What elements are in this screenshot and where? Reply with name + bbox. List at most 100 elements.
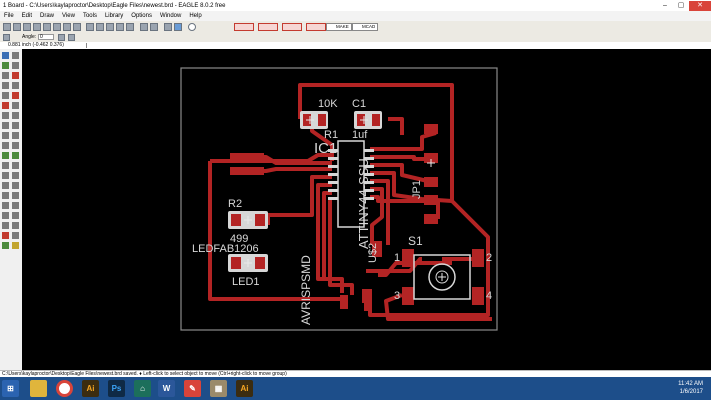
jp1-pad-1 (424, 124, 438, 134)
menu-window[interactable]: Window (156, 13, 185, 19)
zoom-select-icon[interactable] (126, 23, 134, 31)
lock-icon[interactable] (12, 122, 19, 129)
menu-help[interactable]: Help (185, 13, 205, 19)
menu-tools[interactable]: Tools (79, 13, 101, 19)
board-icon[interactable] (53, 23, 61, 31)
paste-icon[interactable] (2, 102, 9, 109)
store-icon[interactable]: ⌂ (134, 380, 151, 397)
stop-icon[interactable] (164, 23, 172, 31)
rect-icon[interactable] (2, 192, 9, 199)
erc-icon[interactable] (12, 232, 19, 239)
via-icon[interactable] (2, 202, 9, 209)
board-canvas[interactable]: 10K R1 C1 1uf IC1 ATTINY44-SSU JP1 R2 49… (22, 49, 711, 370)
show-icon[interactable] (12, 52, 19, 59)
ripup-icon[interactable] (12, 162, 19, 169)
erc-button[interactable] (258, 23, 278, 31)
dimension-icon[interactable] (2, 222, 9, 229)
text-icon[interactable] (12, 172, 19, 179)
open-icon[interactable] (3, 23, 11, 31)
auto-icon[interactable] (2, 232, 9, 239)
miter-icon[interactable] (12, 142, 19, 149)
file-explorer-icon[interactable] (30, 380, 47, 397)
group-icon[interactable] (2, 92, 9, 99)
drc-button[interactable] (234, 23, 254, 31)
drc-icon[interactable] (2, 242, 9, 249)
zoom-out-icon[interactable] (106, 23, 114, 31)
word-icon[interactable]: W (158, 380, 175, 397)
layer-icon[interactable] (3, 34, 10, 41)
menu-view[interactable]: View (58, 13, 79, 19)
menu-library[interactable]: Library (101, 13, 127, 19)
pinswap-icon[interactable] (12, 112, 19, 119)
menu-draw[interactable]: Draw (36, 13, 58, 19)
errors-icon[interactable] (12, 242, 19, 249)
redraw-icon[interactable] (116, 23, 124, 31)
rotate-tool-icon[interactable] (12, 82, 19, 89)
ulp-icon[interactable] (73, 23, 81, 31)
help-icon[interactable] (188, 23, 196, 31)
delete-icon[interactable] (12, 102, 19, 109)
angle-select[interactable]: 0 (38, 34, 54, 40)
value-icon[interactable] (12, 132, 19, 139)
angle-label: Angle: (22, 34, 37, 40)
pcb-layout[interactable]: 10K R1 C1 1uf IC1 ATTINY44-SSU JP1 R2 49… (22, 49, 711, 370)
make-label: MAKE (336, 24, 349, 29)
eagle-icon[interactable]: ▦ (210, 380, 227, 397)
illustrator-2-icon[interactable]: Ai (236, 380, 253, 397)
wire-icon[interactable] (2, 172, 9, 179)
route-icon[interactable] (2, 162, 9, 169)
go-icon[interactable] (174, 23, 182, 31)
copy-icon[interactable] (12, 72, 19, 79)
move-icon[interactable] (2, 72, 9, 79)
app-icon[interactable]: ✎ (184, 380, 201, 397)
redo-icon[interactable] (150, 23, 158, 31)
smash-icon[interactable] (2, 142, 9, 149)
ratsnest-button[interactable] (306, 23, 326, 31)
close-button[interactable]: ✕ (689, 0, 711, 11)
illustrator-icon[interactable]: Ai (82, 380, 99, 397)
add-icon[interactable] (2, 112, 9, 119)
photoshop-icon[interactable]: Ps (108, 380, 125, 397)
hole-icon[interactable] (2, 212, 9, 219)
chrome-icon[interactable] (56, 380, 73, 397)
cam-icon[interactable] (33, 23, 41, 31)
menu-file[interactable]: File (0, 13, 18, 19)
name-icon[interactable] (2, 132, 9, 139)
rotate-icon[interactable] (58, 34, 65, 41)
avr-pad-1 (230, 153, 264, 161)
mark-icon[interactable] (12, 62, 19, 69)
attribute-icon[interactable] (12, 212, 19, 219)
menu-options[interactable]: Options (127, 13, 156, 19)
replace-icon[interactable] (2, 122, 9, 129)
signal-icon[interactable] (12, 202, 19, 209)
polygon-icon[interactable] (12, 192, 19, 199)
print-icon[interactable] (23, 23, 31, 31)
save-icon[interactable] (13, 23, 21, 31)
maximize-button[interactable]: ▢ (673, 1, 689, 11)
display-icon[interactable] (2, 62, 9, 69)
zoom-fit-icon[interactable] (86, 23, 94, 31)
mcad-button[interactable]: MCAD (352, 23, 379, 31)
undo-icon[interactable] (140, 23, 148, 31)
system-clock[interactable]: 11:42 AM 1/6/2017 (678, 380, 703, 396)
mirror-tool-icon[interactable] (2, 82, 9, 89)
command-input[interactable] (86, 43, 91, 48)
minimize-button[interactable]: – (657, 1, 673, 11)
ratsnest-icon[interactable] (12, 222, 19, 229)
info-icon[interactable] (2, 52, 9, 59)
script-icon[interactable] (63, 23, 71, 31)
mirror-icon[interactable] (68, 34, 75, 41)
zoom-in-icon[interactable] (96, 23, 104, 31)
optimize-icon[interactable] (12, 152, 19, 159)
menu-edit[interactable]: Edit (18, 13, 36, 19)
start-icon[interactable]: ⊞ (2, 380, 19, 397)
schematic-icon[interactable] (43, 23, 51, 31)
jp1-name-label: JP1 (411, 180, 423, 199)
circle-icon[interactable] (2, 182, 9, 189)
ic1-pin-left (328, 181, 338, 184)
make-button[interactable]: MAKE (326, 23, 352, 31)
autorouter-button[interactable] (282, 23, 302, 31)
arc-icon[interactable] (12, 182, 19, 189)
change-icon[interactable] (12, 92, 19, 99)
split-icon[interactable] (2, 152, 9, 159)
